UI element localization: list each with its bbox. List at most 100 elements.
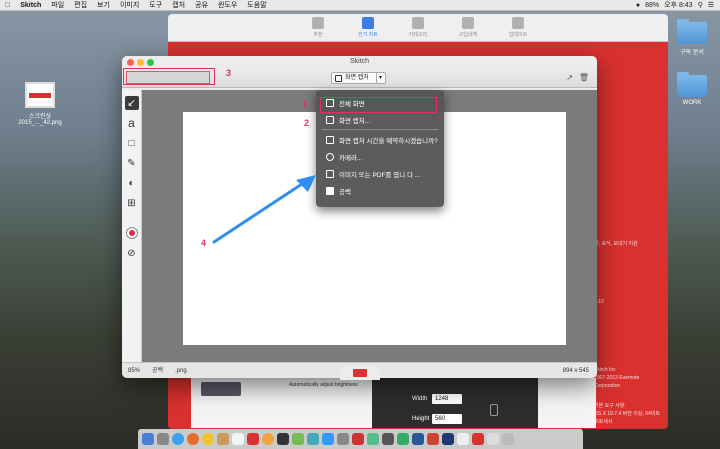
tab-purchased[interactable]: 구입내역 [454, 17, 482, 41]
messages-icon[interactable] [292, 433, 304, 445]
menu-item-blank[interactable]: 공백 [316, 182, 444, 199]
rectangle-tool-icon[interactable]: □ [125, 136, 139, 150]
annotation-number-1: 1 [302, 99, 308, 109]
desktop-file-screenshot[interactable]: 스크린샷 2015_..._42.png [18, 82, 62, 126]
close-button[interactable] [127, 59, 134, 66]
powerpoint-icon[interactable] [427, 433, 439, 445]
tab-top-charts[interactable]: 인기 차트 [354, 17, 382, 41]
facetime-icon[interactable] [307, 433, 319, 445]
arrow-shaft [212, 178, 310, 244]
menu-edit[interactable]: 편집 [69, 0, 92, 10]
downloads-icon[interactable] [487, 433, 499, 445]
firefox-icon[interactable] [187, 433, 199, 445]
file-thumbnail [25, 82, 55, 108]
auto-brightness-text: Automatically adjust brightness [289, 382, 358, 388]
menu-image[interactable]: 이미지 [115, 0, 144, 10]
contacts-icon[interactable] [217, 433, 229, 445]
trash-icon[interactable]: 🗑 [579, 73, 589, 82]
skitch-icon[interactable] [472, 433, 484, 445]
width-field[interactable]: 1248 [432, 394, 462, 404]
menu-item-timed[interactable]: 화면 캡처 시간을 예약하시겠습니까? [316, 131, 444, 148]
excel-icon[interactable] [397, 433, 409, 445]
tab-categories[interactable]: 카테고리 [404, 17, 432, 41]
side-line: 기본 요구 사항: [594, 403, 626, 409]
wifi-icon[interactable]: ● [636, 2, 640, 9]
evernote-icon[interactable] [367, 433, 379, 445]
preferences-icon[interactable] [337, 433, 349, 445]
finder-icon[interactable] [142, 433, 154, 445]
color-picker-icon[interactable] [125, 226, 139, 240]
annotation-number-3: 3 [226, 68, 232, 78]
textedit-icon[interactable] [457, 433, 469, 445]
menu-capture[interactable]: 캡처 [167, 0, 190, 10]
menu-item-crosshair[interactable]: 화면 캡처... [316, 111, 444, 128]
height-label: Height [412, 416, 430, 422]
menu-help[interactable]: 도움말 [242, 0, 271, 10]
line-width-icon[interactable]: ⊘ [125, 246, 139, 260]
itunes-icon[interactable] [352, 433, 364, 445]
crop-tool-icon[interactable]: ⊞ [125, 196, 139, 210]
battery-percent[interactable]: 88% [645, 2, 659, 9]
skitch-dock-icon[interactable] [247, 433, 259, 445]
laptop-image [201, 382, 241, 396]
camera-icon [326, 152, 334, 161]
share-icon[interactable]: ↗ [566, 73, 573, 82]
menu-view[interactable]: 보기 [92, 0, 115, 10]
annotation-number-4: 4 [201, 238, 207, 248]
capture-button[interactable]: 화면 캡처 ▾ [331, 72, 386, 84]
menu-bar:  Skitch 파일 편집 보기 이미지 도구 캡처 공유 윈도우 도움말 ●… [0, 0, 720, 11]
camera-app-icon[interactable] [277, 433, 289, 445]
folder-label: 구독 문서 [680, 50, 704, 56]
height-field[interactable]: 560 [432, 414, 462, 424]
app-store-icon[interactable] [322, 433, 334, 445]
folder-icon [677, 19, 707, 44]
arrow-tool-icon[interactable]: ↙ [124, 96, 139, 110]
dock [138, 429, 583, 449]
list-icon[interactable]: ☰ [708, 1, 714, 9]
list-icon [362, 17, 374, 29]
menu-share[interactable]: 공유 [190, 0, 213, 10]
drag-handle[interactable] [340, 366, 380, 380]
safari-icon[interactable] [172, 433, 184, 445]
link-icon[interactable] [490, 404, 498, 416]
share-name[interactable]: 공백 [152, 363, 163, 378]
folder-icon [326, 169, 334, 178]
tab-updates[interactable]: 업데이트 [504, 17, 532, 41]
pen-tool-icon[interactable]: ✎ [125, 156, 139, 170]
app-info-sidebar: 가, 표식, 보내기 지원 1.10 Skitch Inc 2007-2013 … [588, 74, 668, 429]
zoom-button[interactable] [147, 59, 154, 66]
calendar-icon[interactable] [232, 433, 244, 445]
window-title: Skitch [349, 58, 370, 65]
menu-app-skitch[interactable]: Skitch [15, 2, 46, 9]
zoom-select[interactable]: 85% [128, 363, 140, 378]
menu-item-open-file[interactable]: 이미지 또는 PDF를 엽니 다 ... [316, 165, 444, 182]
desktop-folder-1[interactable]: 구독 문서 [672, 19, 712, 56]
menu-tools[interactable]: 도구 [144, 0, 167, 10]
format-select[interactable]: .png [175, 363, 187, 378]
download-icon [512, 17, 524, 29]
apple-icon[interactable]:  [0, 2, 15, 9]
menu-file[interactable]: 파일 [46, 0, 69, 10]
photoshop-icon[interactable] [442, 433, 454, 445]
search-icon[interactable]: ⚲ [698, 1, 703, 9]
clock[interactable]: 오후 8:43 [664, 0, 692, 10]
menu-window[interactable]: 윈도우 [213, 0, 242, 10]
chrome-icon[interactable] [202, 433, 214, 445]
minimize-button[interactable] [137, 59, 144, 66]
desktop-folder-work[interactable]: WORK [672, 72, 712, 106]
ibooks-icon[interactable] [262, 433, 274, 445]
tool-palette: ↙ a □ ✎ ◐ ⊞ ⊘ [122, 90, 142, 362]
trash-dock-icon[interactable] [502, 433, 514, 445]
launchpad-icon[interactable] [157, 433, 169, 445]
menu-item-camera[interactable]: 카메라... [316, 148, 444, 165]
file-label: 스크린샷 [28, 114, 52, 120]
terminal-icon[interactable] [382, 433, 394, 445]
annotation-arrow [212, 175, 316, 244]
capture-label: 화면 캡처 [345, 75, 369, 81]
word-icon[interactable] [412, 433, 424, 445]
divider [322, 129, 438, 130]
highlighter-tool-icon[interactable]: ◐ [125, 176, 139, 190]
text-tool-icon[interactable]: a [125, 116, 139, 130]
tab-featured[interactable]: 추천 [304, 17, 332, 41]
chevron-down-icon[interactable]: ▾ [375, 73, 385, 83]
